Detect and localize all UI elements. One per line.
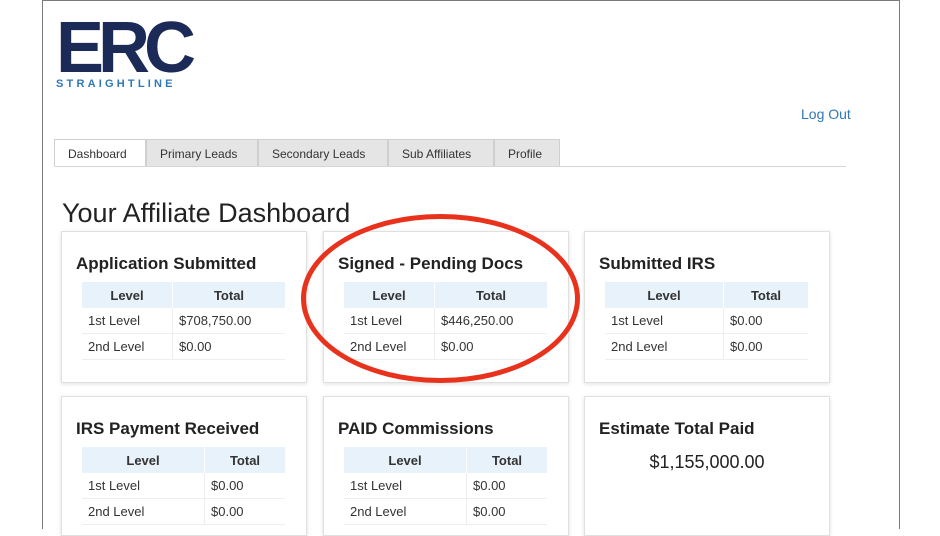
total-cell: $0.00 — [723, 333, 808, 360]
card-title: Estimate Total Paid — [599, 419, 755, 438]
total-cell: $0.00 — [204, 498, 285, 525]
table-row: 2nd Level $0.00 — [344, 333, 547, 360]
level-cell: 2nd Level — [605, 333, 724, 360]
totals-table: Level Total 1st Level $0.00 2nd Level $0… — [344, 447, 547, 525]
level-cell: 1st Level — [82, 473, 205, 499]
level-cell: 1st Level — [344, 308, 435, 334]
table-row: 2nd Level $0.00 — [344, 498, 547, 525]
page-title: Your Affiliate Dashboard — [62, 198, 351, 229]
table-row: 1st Level $0.00 — [82, 473, 285, 499]
logo-subtitle: STRAIGHTLINE — [56, 78, 176, 90]
table-row: 2nd Level $0.00 — [82, 333, 285, 360]
table-row: 1st Level $446,250.00 — [344, 308, 547, 334]
estimate-total-value: $1,155,000.00 — [649, 452, 765, 472]
level-header: Level — [82, 447, 205, 473]
table-row: 1st Level $708,750.00 — [82, 308, 285, 334]
total-cell: $708,750.00 — [172, 308, 285, 334]
tab-primary-leads[interactable]: Primary Leads — [146, 139, 258, 167]
card-application-submitted: Application Submitted Level Total 1st Le… — [61, 231, 307, 383]
card-irs-payment-received: IRS Payment Received Level Total 1st Lev… — [61, 396, 307, 536]
total-header: Total — [434, 282, 547, 308]
card-title: PAID Commissions — [338, 419, 494, 438]
logo-mark: ERC — [56, 8, 196, 88]
total-cell: $0.00 — [466, 498, 547, 525]
total-cell: $0.00 — [466, 473, 547, 499]
tabs-divider — [54, 166, 846, 167]
card-submitted-irs: Submitted IRS Level Total 1st Level $0.0… — [584, 231, 830, 383]
card-estimate-total-paid: Estimate Total Paid $1,155,000.00 — [584, 396, 830, 536]
total-header: Total — [204, 447, 285, 473]
level-header: Level — [605, 282, 724, 308]
tab-profile[interactable]: Profile — [494, 139, 560, 167]
total-cell: $0.00 — [434, 333, 547, 360]
totals-table: Level Total 1st Level $0.00 2nd Level $0… — [605, 282, 808, 360]
totals-table: Level Total 1st Level $0.00 2nd Level $0… — [82, 447, 285, 525]
total-header: Total — [723, 282, 808, 308]
nav-tabs: Dashboard Primary Leads Secondary Leads … — [54, 139, 560, 167]
totals-table: Level Total 1st Level $708,750.00 2nd Le… — [82, 282, 285, 360]
total-cell: $0.00 — [172, 333, 285, 360]
table-row: 2nd Level $0.00 — [605, 333, 808, 360]
level-cell: 1st Level — [605, 308, 724, 334]
total-cell: $0.00 — [204, 473, 285, 499]
card-title: IRS Payment Received — [76, 419, 260, 438]
card-title: Application Submitted — [76, 254, 257, 273]
total-header: Total — [172, 282, 285, 308]
tab-sub-affiliates[interactable]: Sub Affiliates — [388, 139, 494, 167]
totals-table: Level Total 1st Level $446,250.00 2nd Le… — [344, 282, 547, 360]
level-header: Level — [82, 282, 173, 308]
table-row: 1st Level $0.00 — [605, 308, 808, 334]
card-title: Signed - Pending Docs — [338, 254, 524, 273]
card-title: Submitted IRS — [599, 254, 716, 273]
level-cell: 2nd Level — [82, 333, 173, 360]
level-cell: 2nd Level — [344, 498, 467, 525]
total-cell: $0.00 — [723, 308, 808, 334]
level-header: Level — [344, 282, 435, 308]
level-cell: 2nd Level — [344, 333, 435, 360]
total-header: Total — [466, 447, 547, 473]
logout-link[interactable]: Log Out — [801, 106, 851, 122]
level-header: Level — [344, 447, 467, 473]
card-paid-commissions: PAID Commissions Level Total 1st Level $… — [323, 396, 569, 536]
tab-dashboard[interactable]: Dashboard — [54, 139, 146, 167]
table-row: 2nd Level $0.00 — [82, 498, 285, 525]
total-cell: $446,250.00 — [434, 308, 547, 334]
erc-logo: ERC STRAIGHTLINE — [56, 2, 216, 92]
tab-secondary-leads[interactable]: Secondary Leads — [258, 139, 388, 167]
level-cell: 2nd Level — [82, 498, 205, 525]
level-cell: 1st Level — [344, 473, 467, 499]
card-signed-pending-docs: Signed - Pending Docs Level Total 1st Le… — [323, 231, 569, 383]
table-row: 1st Level $0.00 — [344, 473, 547, 499]
level-cell: 1st Level — [82, 308, 173, 334]
